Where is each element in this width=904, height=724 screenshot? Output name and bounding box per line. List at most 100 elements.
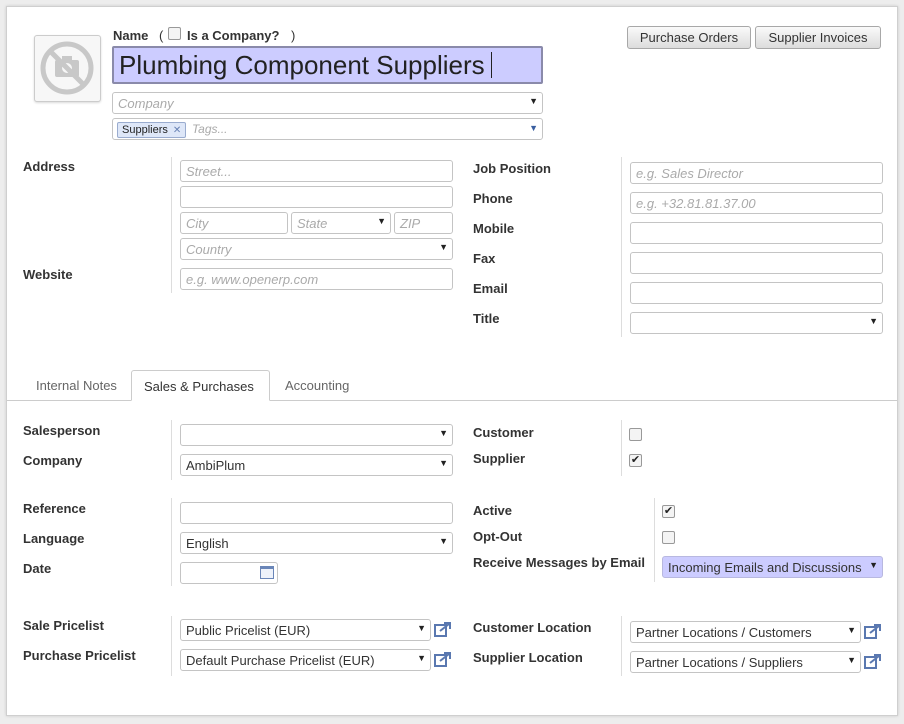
caret-down-icon: ▼	[417, 653, 426, 663]
external-link-icon[interactable]	[434, 621, 452, 637]
language-value: English	[186, 536, 229, 551]
supplier-invoices-button[interactable]: Supplier Invoices	[755, 26, 881, 49]
website-label: Website	[23, 267, 73, 282]
company-field-select[interactable]: AmbiPlum ▼	[180, 454, 453, 476]
receive-messages-select[interactable]: Incoming Emails and Discussions ▼	[662, 556, 883, 578]
fax-input[interactable]	[630, 252, 883, 274]
close-icon[interactable]: ✕	[173, 125, 181, 136]
caret-down-icon: ▼	[847, 625, 856, 635]
street-placeholder: Street...	[186, 164, 232, 179]
company-placeholder: Company	[118, 96, 174, 111]
tags-input[interactable]: Suppliers ✕ Tags... ▼	[112, 118, 543, 140]
caret-down-icon: ▼	[529, 123, 538, 133]
caret-down-icon: ▼	[439, 536, 448, 546]
phone-placeholder: e.g. +32.81.81.37.00	[636, 196, 756, 211]
name-label: Name	[113, 28, 149, 43]
sales-separator-3	[171, 498, 172, 586]
phone-label: Phone	[473, 191, 513, 206]
caret-down-icon: ▼	[439, 458, 448, 468]
purchase-pricelist-value: Default Purchase Pricelist (EUR)	[186, 653, 375, 668]
job-position-input[interactable]: e.g. Sales Director	[630, 162, 883, 184]
is-company-label: Is a Company?	[187, 28, 280, 43]
caret-down-icon: ▼	[866, 560, 878, 570]
sale-pricelist-value: Public Pricelist (EUR)	[186, 623, 311, 638]
country-placeholder: Country	[186, 242, 232, 257]
caret-down-icon: ▼	[529, 96, 538, 106]
job-position-label: Job Position	[473, 161, 551, 176]
supplier-location-label: Supplier Location	[473, 650, 583, 665]
is-company-checkbox[interactable]	[168, 27, 181, 40]
receive-messages-value: Incoming Emails and Discussions	[668, 560, 862, 575]
supplier-label: Supplier	[473, 451, 526, 466]
reference-input[interactable]	[180, 502, 453, 524]
website-input[interactable]: e.g. www.openerp.com	[180, 268, 453, 290]
sales-separator-4	[654, 498, 655, 582]
fax-label: Fax	[473, 251, 496, 266]
paren-open: (	[159, 28, 164, 43]
customer-location-select[interactable]: Partner Locations / Customers ▼	[630, 621, 861, 643]
customer-location-value: Partner Locations / Customers	[636, 625, 812, 640]
company-label: Company	[23, 453, 83, 468]
purchase-pricelist-select[interactable]: Default Purchase Pricelist (EUR) ▼	[180, 649, 431, 671]
email-label: Email	[473, 281, 508, 296]
language-select[interactable]: English ▼	[180, 532, 453, 554]
street-input[interactable]: Street...	[180, 160, 453, 182]
title-select[interactable]: ▼	[630, 312, 883, 334]
purchase-pricelist-label: Purchase Pricelist	[23, 648, 136, 663]
tab-internal-notes[interactable]: Internal Notes	[24, 370, 129, 401]
salesperson-label: Salesperson	[23, 423, 101, 438]
date-label: Date	[23, 561, 52, 576]
salesperson-select[interactable]: ▼	[180, 424, 453, 446]
language-label: Language	[23, 531, 85, 546]
tags-placeholder: Tags...	[191, 122, 228, 136]
tag-chip-label: Suppliers	[122, 124, 168, 136]
caret-down-icon: ▼	[439, 242, 448, 252]
external-link-icon[interactable]	[864, 623, 882, 639]
name-value: Plumbing Component Suppliers	[119, 50, 485, 80]
name-input[interactable]: Plumbing Component Suppliers	[112, 46, 543, 84]
zip-input[interactable]: ZIP	[394, 212, 453, 234]
date-input[interactable]	[180, 562, 278, 584]
reference-label: Reference	[23, 501, 86, 516]
form-sheet: Name ( Is a Company? ) Plumbing Componen…	[6, 6, 898, 716]
sales-separator-2	[621, 420, 622, 476]
country-select[interactable]: Country ▼	[180, 238, 453, 260]
receive-messages-label: Receive Messages by Email	[473, 555, 645, 570]
company-select[interactable]: Company ▼	[112, 92, 543, 114]
state-select[interactable]: State ▼	[291, 212, 391, 234]
paren-close: )	[291, 28, 296, 43]
customer-checkbox[interactable]	[629, 428, 642, 441]
caret-down-icon: ▼	[417, 623, 426, 633]
opt-out-checkbox[interactable]	[662, 531, 675, 544]
avatar[interactable]	[34, 35, 101, 102]
address-label: Address	[23, 159, 76, 174]
purchase-orders-button[interactable]: Purchase Orders	[627, 26, 751, 49]
supplier-checkbox[interactable]: ✔	[629, 454, 642, 467]
caret-down-icon: ▼	[439, 428, 448, 438]
tag-chip: Suppliers ✕	[117, 122, 187, 138]
sale-pricelist-label: Sale Pricelist	[23, 618, 104, 633]
street2-input[interactable]	[180, 186, 453, 208]
external-link-icon[interactable]	[434, 651, 452, 667]
city-placeholder: City	[186, 216, 209, 231]
supplier-location-select[interactable]: Partner Locations / Suppliers ▼	[630, 651, 861, 673]
sale-pricelist-select[interactable]: Public Pricelist (EUR) ▼	[180, 619, 431, 641]
supplier-location-value: Partner Locations / Suppliers	[636, 655, 803, 670]
caret-down-icon: ▼	[869, 316, 878, 326]
opt-out-label: Opt-Out	[473, 529, 523, 544]
mobile-input[interactable]	[630, 222, 883, 244]
mobile-label: Mobile	[473, 221, 515, 236]
calendar-icon[interactable]	[260, 566, 274, 579]
no-photo-icon	[40, 41, 94, 95]
sales-separator-6	[621, 616, 622, 676]
external-link-icon[interactable]	[864, 653, 882, 669]
phone-input[interactable]: e.g. +32.81.81.37.00	[630, 192, 883, 214]
city-input[interactable]: City	[180, 212, 288, 234]
email-input[interactable]	[630, 282, 883, 304]
zip-placeholder: ZIP	[400, 216, 421, 231]
tab-accounting[interactable]: Accounting	[273, 370, 361, 401]
tab-sales-purchases[interactable]: Sales & Purchases	[131, 370, 270, 401]
caret-down-icon: ▼	[377, 216, 386, 226]
company-field-value: AmbiPlum	[186, 458, 246, 473]
active-checkbox[interactable]: ✔	[662, 505, 675, 518]
